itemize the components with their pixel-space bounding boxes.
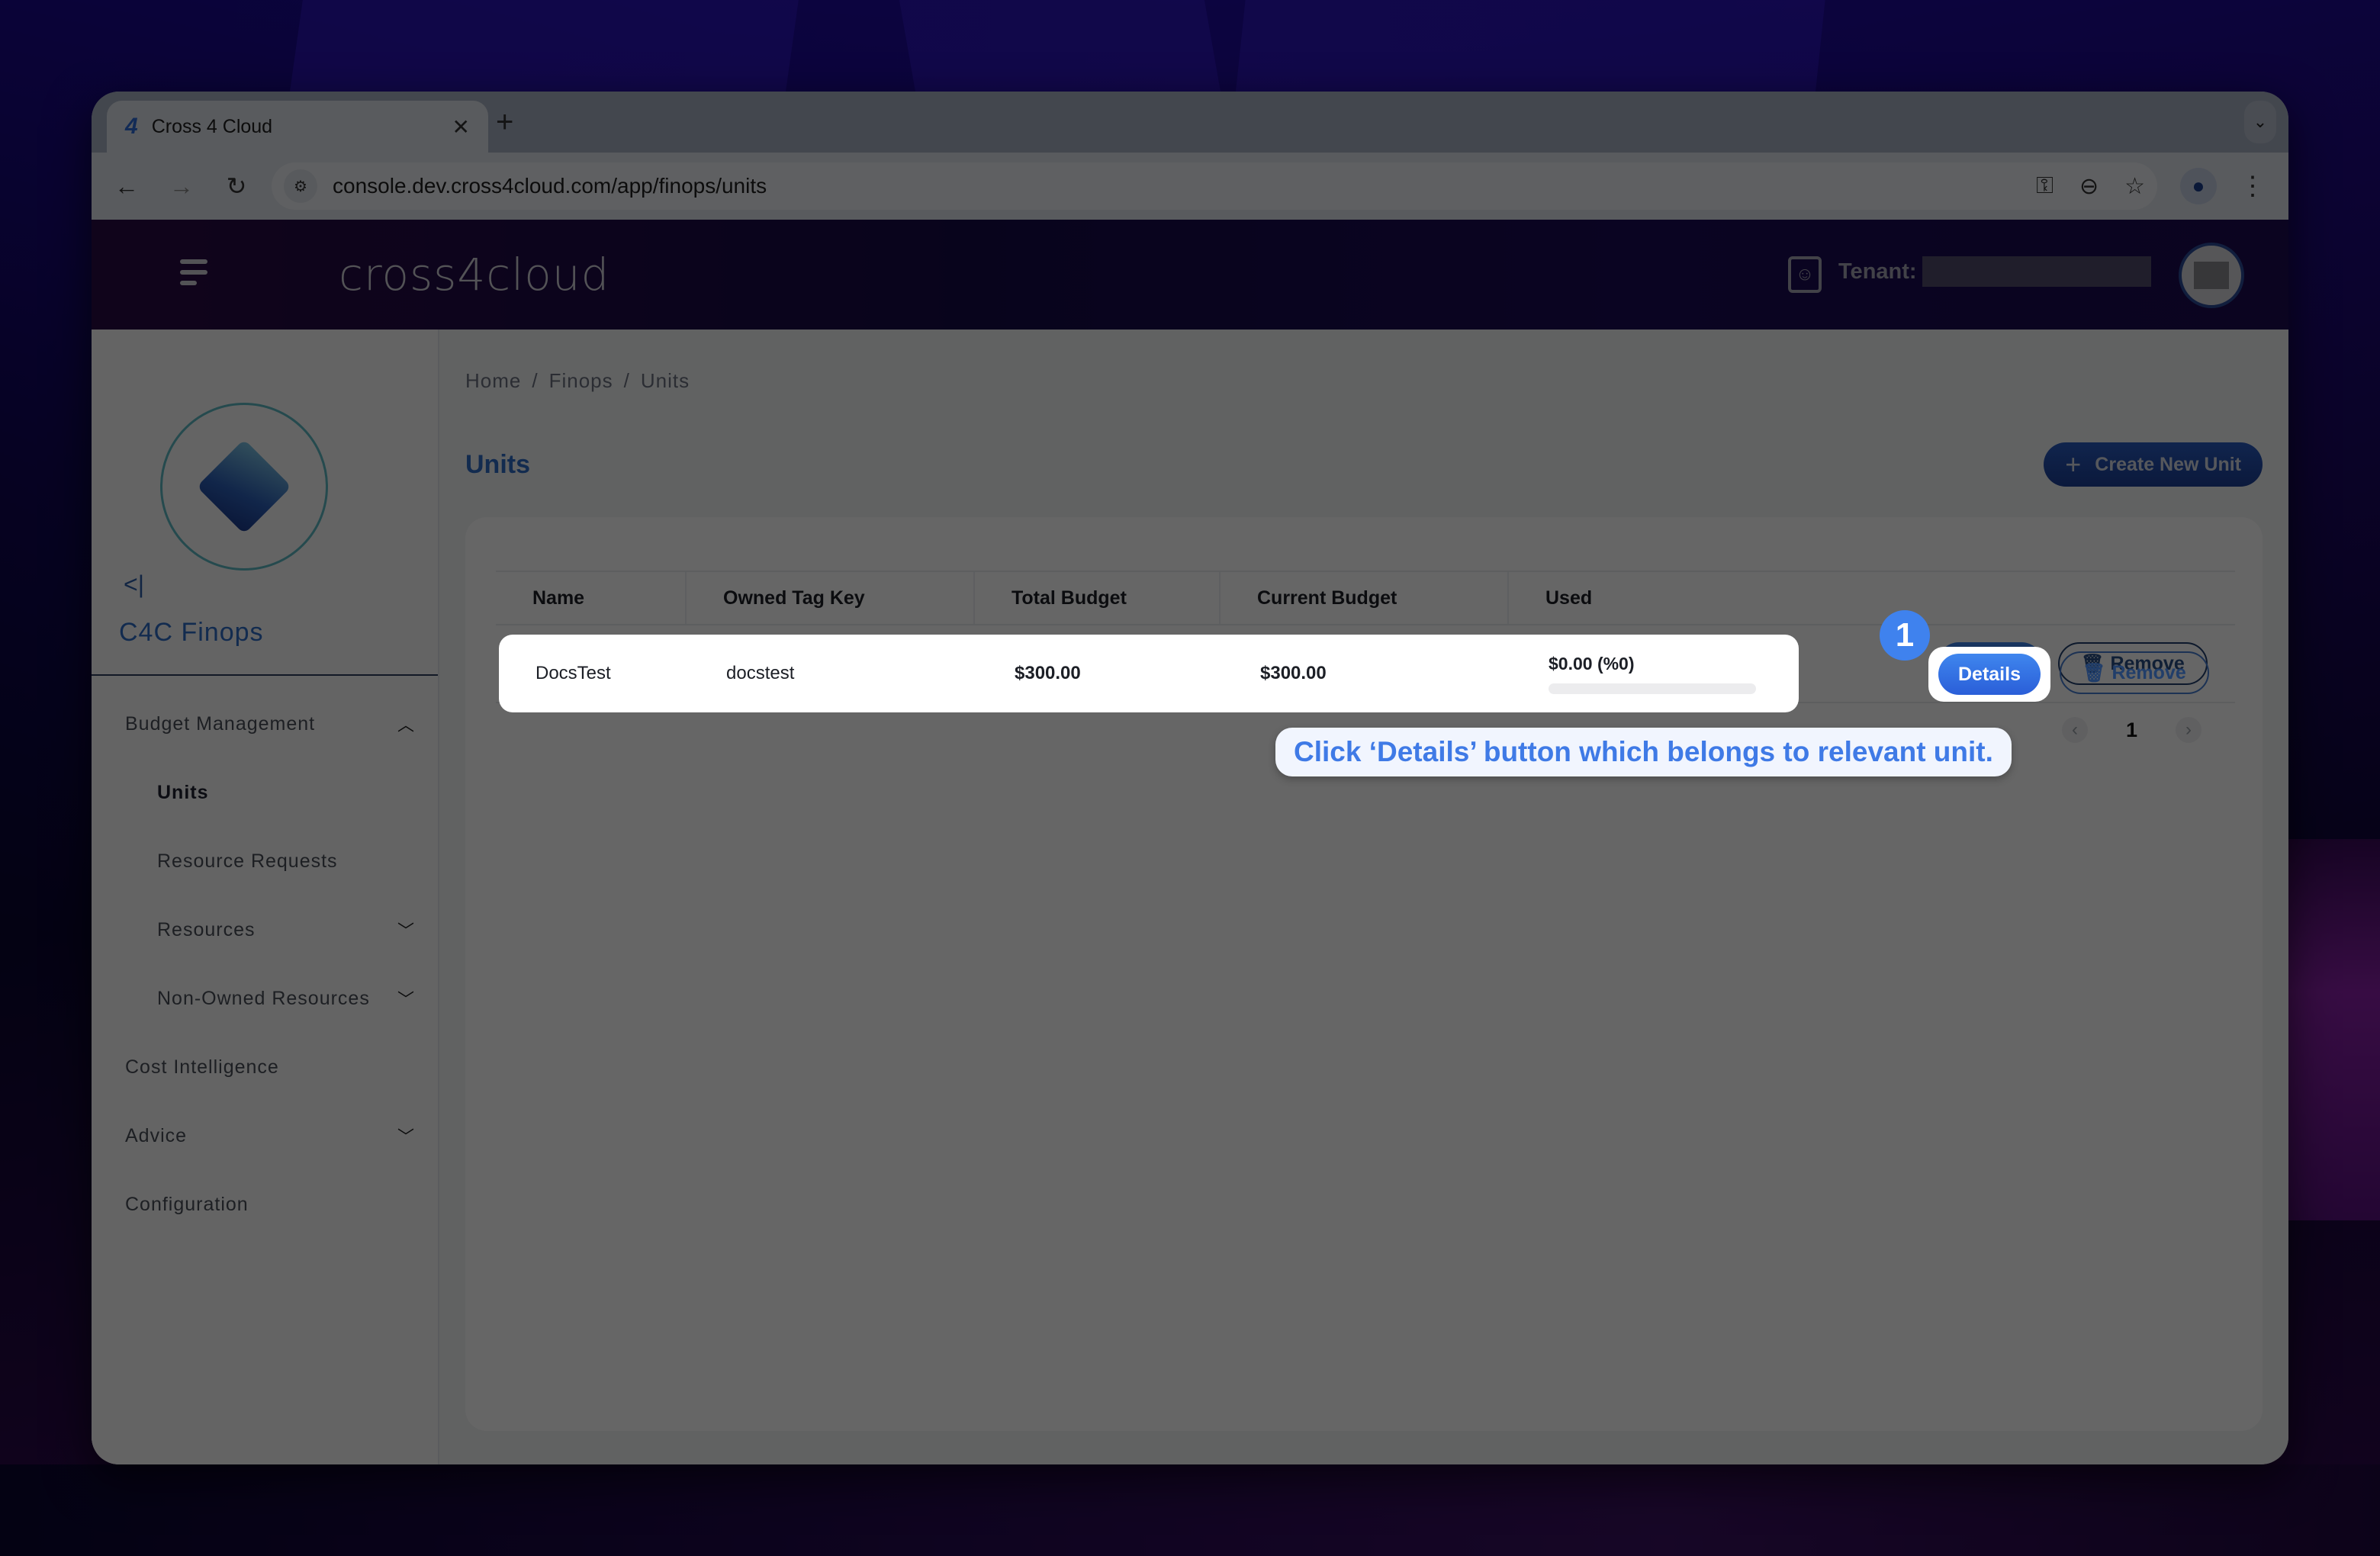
sidebar-nav: Budget Management ︿ Units Resource Reque…: [92, 690, 438, 1239]
back-button[interactable]: ←: [107, 166, 146, 206]
user-avatar[interactable]: [2179, 243, 2244, 308]
pagination: ‹ 1 ›: [2061, 717, 2202, 743]
new-tab-button[interactable]: +: [496, 105, 513, 140]
remove-button-dimmed[interactable]: 🗑 Remove: [2060, 651, 2209, 694]
sidebar-item-budget-management[interactable]: Budget Management ︿: [92, 690, 438, 758]
sidebar-item-label: Cost Intelligence: [125, 1056, 279, 1078]
sidebar-title: C4C Finops: [119, 618, 264, 647]
tab-search-chevron-icon[interactable]: ⌄: [2244, 101, 2276, 143]
main-content: Home / Finops / Units Units + Create New Uni…: [439, 330, 2288, 1464]
create-new-unit-label: Create New Unit: [2095, 453, 2241, 475]
forward-button[interactable]: →: [162, 166, 201, 206]
app-logo: cross4cloud: [339, 249, 610, 301]
sidebar-item-cost-intelligence[interactable]: Cost Intelligence: [92, 1033, 438, 1101]
collapse-sidebar-icon[interactable]: <|: [124, 571, 144, 599]
cell-total-budget: $300.00: [1015, 663, 1081, 683]
create-new-unit-button[interactable]: + Create New Unit: [2044, 442, 2263, 487]
browser-toolbar: ← → ↻ ⚙ console.dev.cross4cloud.com/app/…: [92, 153, 2288, 220]
address-bar[interactable]: ⚙ console.dev.cross4cloud.com/app/finops…: [272, 162, 2157, 210]
highlighted-table-row: DocsTest docstest $300.00 $300.00 $0.00 …: [499, 635, 1799, 712]
reload-icon: ↻: [226, 172, 247, 200]
page-title: Units: [465, 450, 530, 479]
sidebar-item-resources[interactable]: Resources ﹀: [92, 895, 438, 964]
sidebar-divider: [92, 674, 438, 676]
next-page-icon[interactable]: ›: [2176, 717, 2202, 743]
tab-title: Cross 4 Cloud: [151, 115, 273, 137]
sidebar-item-configuration[interactable]: Configuration: [92, 1170, 438, 1239]
sidebar-item-units[interactable]: Units: [92, 758, 438, 827]
hamburger-menu-icon[interactable]: [180, 259, 211, 291]
chevron-up-icon: ︿: [397, 715, 415, 735]
sidebar-item-label: Budget Management: [125, 712, 316, 735]
breadcrumb-finops[interactable]: Finops: [549, 369, 613, 392]
column-header-name[interactable]: Name: [496, 572, 687, 624]
finops-illustration: [160, 403, 328, 571]
remove-label: Remove: [2111, 661, 2186, 683]
key-icon[interactable]: ⚿: [2036, 173, 2054, 199]
favicon-icon: 4: [125, 114, 138, 139]
app-body: <| C4C Finops Budget Management ︿ Units …: [92, 330, 2288, 1464]
url-text[interactable]: console.dev.cross4cloud.com/app/finops/u…: [333, 174, 2010, 198]
breadcrumb-units: Units: [640, 369, 690, 392]
tenant-label: Tenant:: [1838, 259, 1917, 284]
instruction-tooltip: Click ‘Details’ button which belongs to …: [1275, 728, 2012, 776]
app-header: cross4cloud ☺ Tenant:: [92, 220, 2288, 330]
bookmark-star-icon[interactable]: ☆: [2124, 173, 2145, 200]
browser-tab[interactable]: 4 Cross 4 Cloud ✕: [107, 101, 488, 153]
cell-owned-tag-key: docstest: [726, 663, 795, 683]
sidebar-item-label: Configuration: [125, 1193, 249, 1215]
arrow-right-icon: →: [169, 172, 194, 200]
cell-name: DocsTest: [536, 663, 611, 683]
reload-button[interactable]: ↻: [217, 166, 256, 206]
column-header-used[interactable]: Used: [1509, 572, 1761, 624]
close-tab-icon[interactable]: ✕: [452, 114, 470, 140]
breadcrumb-home[interactable]: Home: [465, 369, 521, 392]
breadcrumb-separator: /: [532, 369, 539, 392]
sidebar-item-resource-requests[interactable]: Resource Requests: [92, 827, 438, 895]
sidebar-item-label: Non-Owned Resources: [157, 987, 370, 1009]
column-header-current-budget[interactable]: Current Budget: [1221, 572, 1509, 624]
cell-used: $0.00 (%0): [1512, 654, 1756, 694]
profile-icon[interactable]: ●: [2180, 168, 2217, 204]
cell-current-budget: $300.00: [1260, 663, 1327, 683]
details-button-highlight: Details: [1928, 647, 2050, 702]
browser-window: 4 Cross 4 Cloud ✕ + ⌄ ← → ↻ ⚙ console.de…: [92, 92, 2288, 1464]
sidebar-item-label: Advice: [125, 1124, 188, 1146]
current-page-number[interactable]: 1: [2126, 719, 2137, 742]
chevron-down-icon: ﹀: [397, 921, 415, 940]
sidebar-item-advice[interactable]: Advice ﹀: [92, 1101, 438, 1170]
site-settings-icon[interactable]: ⚙: [284, 169, 317, 203]
column-header-owned-tag-key[interactable]: Owned Tag Key: [687, 572, 975, 624]
plus-icon: +: [2065, 448, 2082, 480]
zoom-out-icon[interactable]: ⊖: [2079, 173, 2099, 200]
used-progress-bar: [1549, 683, 1756, 694]
kebab-menu-icon[interactable]: ⋮: [2240, 171, 2266, 201]
used-amount: $0.00 (%0): [1549, 653, 1635, 674]
tab-bar: 4 Cross 4 Cloud ✕ + ⌄: [92, 92, 2288, 153]
tenant-user-icon: ☺: [1788, 256, 1822, 293]
sidebar-item-label: Resource Requests: [157, 850, 338, 872]
previous-page-icon[interactable]: ‹: [2061, 717, 2088, 743]
table-header: Name Owned Tag Key Total Budget Current …: [496, 571, 2235, 625]
sidebar: <| C4C Finops Budget Management ︿ Units …: [92, 330, 439, 1464]
tenant-value-redacted: [1922, 256, 2151, 287]
trash-icon: 🗑: [2082, 662, 2106, 683]
sidebar-item-label: Units: [157, 781, 209, 803]
breadcrumb: Home / Finops / Units: [465, 369, 690, 393]
chevron-down-icon: ﹀: [397, 1127, 415, 1146]
details-button-highlighted[interactable]: Details: [1938, 654, 2041, 695]
sidebar-item-non-owned-resources[interactable]: Non-Owned Resources ﹀: [92, 964, 438, 1033]
background-decoration: [2273, 839, 2380, 1220]
breadcrumb-separator: /: [623, 369, 630, 392]
sidebar-item-label: Resources: [157, 918, 256, 940]
avatar-image: [2194, 262, 2229, 289]
arrow-left-icon: ←: [114, 172, 139, 200]
chevron-down-icon: ﹀: [397, 990, 415, 1009]
step-number-badge: 1: [1880, 610, 1930, 661]
column-header-total-budget[interactable]: Total Budget: [975, 572, 1221, 624]
background-bottom: [0, 1464, 2380, 1556]
